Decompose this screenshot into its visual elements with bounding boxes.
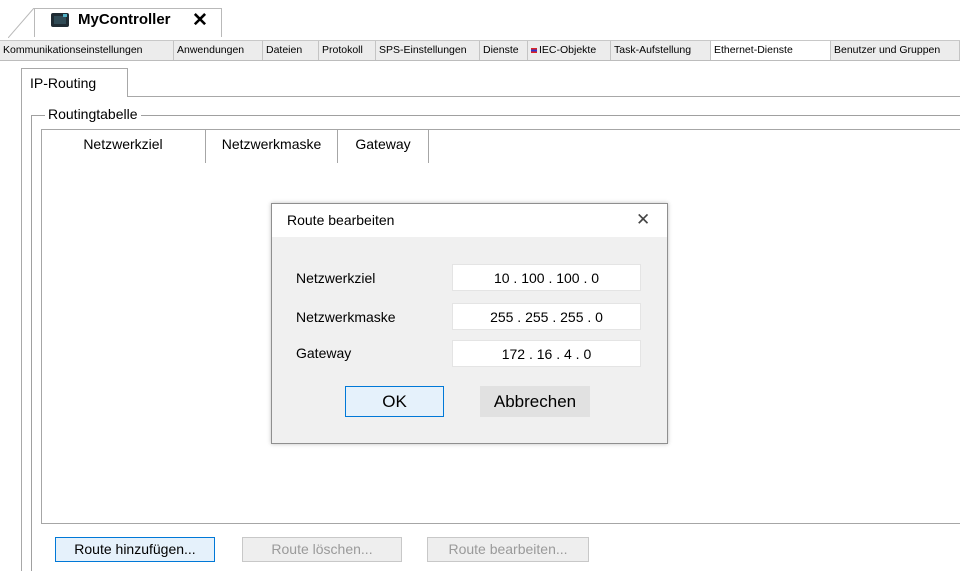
tab-label: Anwendungen xyxy=(177,44,245,56)
label-netzwerkmaske: Netzwerkmaske xyxy=(296,309,396,325)
cancel-button[interactable]: Abbrechen xyxy=(480,386,590,417)
category-tab-strip: Kommunikationseinstellungen Anwendungen … xyxy=(0,40,960,61)
ok-button[interactable]: OK xyxy=(345,386,444,417)
tab-label: Protokoll xyxy=(322,44,363,56)
tab-label: Ethernet-Dienste xyxy=(714,44,793,56)
netzwerkziel-field[interactable]: 10 . 100 . 100 . 0 xyxy=(452,264,641,291)
tab-protokoll[interactable]: Protokoll xyxy=(319,41,376,60)
route-edit-dialog: Route bearbeiten ✕ Netzwerkziel 10 . 100… xyxy=(271,203,668,444)
label-netzwerkziel: Netzwerkziel xyxy=(296,270,376,286)
tab-task-aufstellung[interactable]: Task-Aufstellung xyxy=(611,41,711,60)
tab-dienste[interactable]: Dienste xyxy=(480,41,528,60)
tab-label: SPS-Einstellungen xyxy=(379,44,467,56)
tab-iec-objekte[interactable]: IEC-Objekte xyxy=(528,41,611,60)
close-icon[interactable]: ✕ xyxy=(192,9,208,32)
label-gateway: Gateway xyxy=(296,345,352,361)
column-header-gateway[interactable]: Gateway xyxy=(338,129,429,163)
dialog-titlebar: Route bearbeiten ✕ xyxy=(272,204,667,237)
tab-label: Kommunikationseinstellungen xyxy=(3,44,143,56)
edit-route-button[interactable]: Route bearbeiten... xyxy=(427,537,589,562)
add-route-button[interactable]: Route hinzufügen... xyxy=(55,537,215,562)
controller-icon xyxy=(51,13,69,27)
tab-label: IEC-Objekte xyxy=(539,44,597,56)
delete-route-button[interactable]: Route löschen... xyxy=(242,537,402,562)
dialog-title: Route bearbeiten xyxy=(287,212,395,228)
tab-label: Task-Aufstellung xyxy=(614,44,692,56)
group-label: Routingtabelle xyxy=(45,106,141,122)
document-title: MyController xyxy=(78,11,171,28)
tab-anwendungen[interactable]: Anwendungen xyxy=(174,41,263,60)
tab-label: Benutzer und Gruppen xyxy=(834,44,941,56)
tab-kommunikationseinstellungen[interactable]: Kommunikationseinstellungen xyxy=(0,41,174,60)
gateway-field[interactable]: 172 . 16 . 4 . 0 xyxy=(452,340,641,367)
tab-label: Dienste xyxy=(483,44,519,56)
tab-dateien[interactable]: Dateien xyxy=(263,41,319,60)
tab-benutzer-und-gruppen[interactable]: Benutzer und Gruppen xyxy=(831,41,960,60)
netzwerkmaske-field[interactable]: 255 . 255 . 255 . 0 xyxy=(452,303,641,330)
tab-sps-einstellungen[interactable]: SPS-Einstellungen xyxy=(376,41,480,60)
column-header-netzwerkmaske[interactable]: Netzwerkmaske xyxy=(206,129,338,163)
close-icon[interactable]: ✕ xyxy=(636,210,650,230)
document-tab-bar: MyController ✕ xyxy=(0,0,960,40)
flag-icon xyxy=(531,47,537,53)
tab-ethernet-dienste[interactable]: Ethernet-Dienste xyxy=(711,41,831,60)
column-header-netzwerkziel[interactable]: Netzwerkziel xyxy=(41,129,206,163)
tab-label: Dateien xyxy=(266,44,303,56)
tab-ip-routing[interactable]: IP-Routing xyxy=(21,68,128,97)
